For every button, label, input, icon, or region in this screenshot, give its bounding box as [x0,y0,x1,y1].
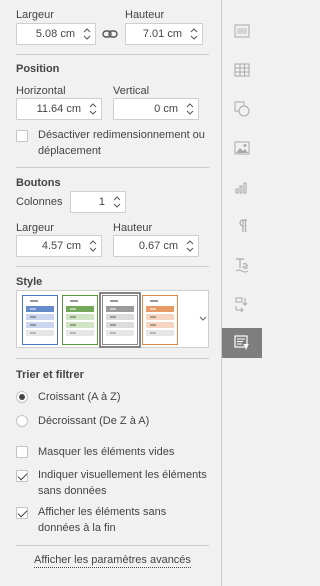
indicate-empty-label-line1: Indiquer visuellement les éléments [38,469,207,481]
height-spinner[interactable]: 7.01 cm [125,23,203,45]
show-empty-last-checkbox[interactable] [16,507,28,519]
indicate-empty-label-line2: sans données [38,485,107,497]
lock-label-line1: Désactiver redimensionnement ou [38,129,205,141]
position-title: Position [16,63,60,75]
lock-label-line2: déplacement [38,145,101,157]
button-width-spinner[interactable]: 4.57 cm [16,235,102,257]
slide-settings-icon [234,24,250,38]
right-toolbar [221,0,262,586]
width-label: Largeur [16,9,54,21]
text-art-icon [235,258,249,273]
table-settings-button[interactable] [222,55,262,85]
height-value: 7.01 cm [142,28,182,40]
height-label: Hauteur [125,9,165,21]
divider [16,358,209,359]
shape-settings-button[interactable] [222,94,262,124]
link-icon[interactable] [102,28,118,40]
slicer-settings-button[interactable] [222,328,262,358]
style-gallery [16,290,209,348]
pilcrow-icon [239,219,247,232]
lock-checkbox[interactable] [16,130,28,142]
pivot-settings-button[interactable] [222,289,262,319]
divider [16,266,209,267]
spinner-arrows-icon[interactable] [185,238,195,254]
button-width-label: Largeur [16,222,54,234]
style-title: Style [16,276,43,288]
slicer-icon [234,335,249,350]
divider [16,167,209,168]
width-spinner[interactable]: 5.08 cm [16,23,96,45]
chevron-down-icon[interactable] [199,316,207,322]
vertical-label: Vertical [113,85,150,97]
spinner-arrows-icon[interactable] [112,194,122,210]
style-option[interactable] [142,295,178,345]
vertical-value: 0 cm [154,103,178,115]
spinner-arrows-icon[interactable] [88,101,98,117]
buttons-title: Boutons [16,177,61,189]
vertical-spinner[interactable]: 0 cm [113,98,199,120]
shape-icon [234,101,250,117]
divider [16,545,209,546]
slicer-settings-panel: Largeur Hauteur 5.08 cm 7.01 cm Position… [0,0,221,586]
pivot-table-icon [235,297,248,312]
horizontal-label: Horizontal [16,85,66,97]
columns-label: Colonnes [16,196,63,208]
horizontal-value: 11.64 cm [36,103,81,115]
spinner-arrows-icon[interactable] [185,101,195,117]
table-icon [234,63,250,77]
spinner-arrows-icon[interactable] [88,238,98,254]
sort-desc-radio[interactable] [16,415,28,427]
button-height-spinner[interactable]: 0.67 cm [113,235,199,257]
text-art-button[interactable] [222,250,262,280]
style-option[interactable] [22,295,58,345]
columns-spinner[interactable]: 1 [70,191,126,213]
indicate-empty-checkbox[interactable] [16,470,28,482]
columns-value: 1 [98,196,105,208]
image-settings-button[interactable] [222,133,262,163]
sort-desc-label: Décroissant (De Z à A) [38,415,150,427]
hide-empty-checkbox[interactable] [16,446,28,458]
divider [16,54,209,55]
chart-icon [235,182,247,194]
style-option[interactable] [99,292,141,348]
hide-empty-label: Masquer les éléments vides [38,446,175,458]
chart-settings-button[interactable] [222,172,262,202]
paragraph-button[interactable] [222,211,262,241]
sort-asc-radio[interactable] [16,391,28,403]
button-height-value: 0.67 cm [138,240,178,252]
image-icon [234,141,250,155]
show-empty-last-label-line2: données à la fin [38,522,116,534]
sort-filter-title: Trier et filtrer [16,369,84,381]
style-option[interactable] [62,295,98,345]
button-height-label: Hauteur [113,222,153,234]
spinner-arrows-icon[interactable] [82,26,92,42]
sort-asc-label: Croissant (A à Z) [38,391,121,403]
horizontal-spinner[interactable]: 11.64 cm [16,98,102,120]
width-value: 5.08 cm [35,28,75,40]
advanced-settings-link[interactable]: Afficher les paramètres avancés [34,554,191,568]
show-empty-last-label-line1: Afficher les éléments sans [38,506,167,518]
button-width-value: 4.57 cm [41,240,81,252]
spinner-arrows-icon[interactable] [189,26,199,42]
paragraph-settings-button[interactable] [222,16,262,46]
